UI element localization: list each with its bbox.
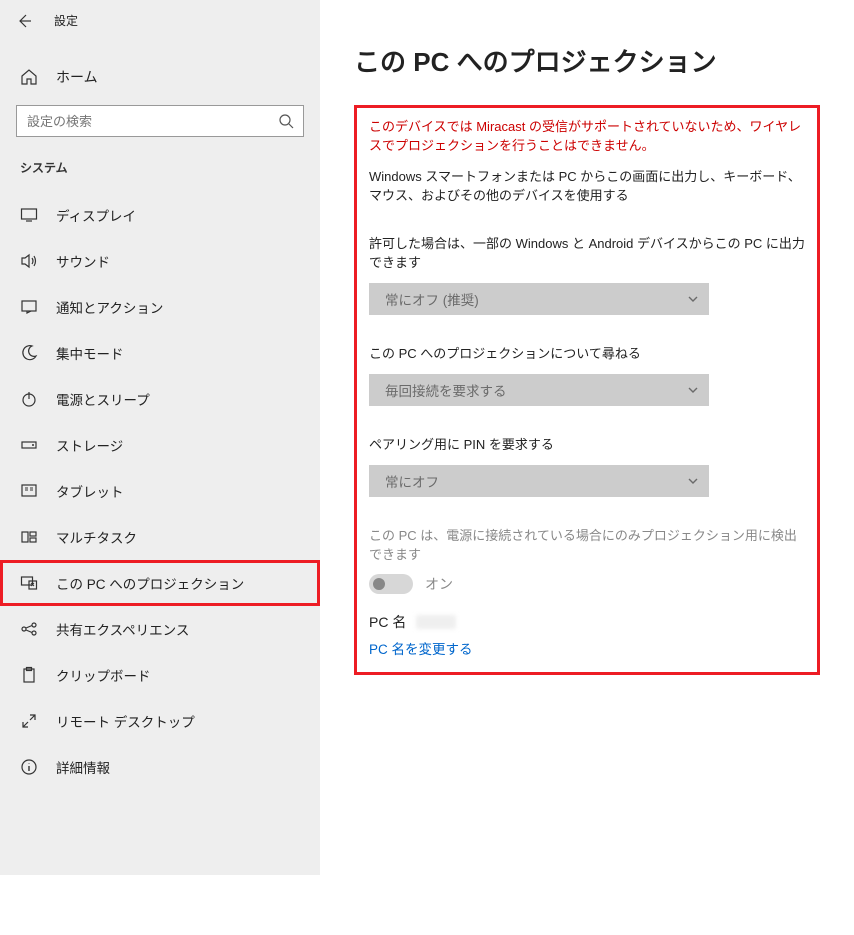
dropdown-value: 常にオフ (推奨) — [385, 289, 479, 309]
settings-title: 設定 — [54, 12, 78, 29]
dropdown-value: 毎回接続を要求する — [385, 380, 507, 400]
pin-label: ペアリング用に PIN を要求する — [369, 436, 805, 455]
nav-item-storage[interactable]: ストレージ — [0, 422, 320, 468]
nav-item-notifications[interactable]: 通知とアクション — [0, 284, 320, 330]
toggle-knob — [373, 578, 385, 590]
home-label: ホーム — [56, 67, 98, 87]
nav-label: タブレット — [56, 481, 124, 501]
search-icon — [278, 113, 294, 129]
shared-icon — [20, 620, 38, 638]
chevron-down-icon — [687, 293, 699, 305]
nav-label: 集中モード — [56, 343, 124, 363]
tablet-icon — [20, 482, 38, 500]
rename-pc-link[interactable]: PC 名を変更する — [369, 638, 805, 658]
info-icon — [20, 758, 38, 776]
chevron-down-icon — [687, 475, 699, 487]
chevron-down-icon — [687, 384, 699, 396]
notification-icon — [20, 298, 38, 316]
pc-name-row: PC 名 — [369, 612, 805, 632]
nav-item-multitask[interactable]: マルチタスク — [0, 514, 320, 560]
ask-projection-dropdown[interactable]: 毎回接続を要求する — [369, 374, 709, 406]
nav-label: ストレージ — [56, 435, 123, 455]
projection-permission-label: 許可した場合は、一部の Windows と Android デバイスからこの P… — [369, 235, 805, 273]
nav-label: 電源とスリープ — [56, 389, 150, 409]
dropdown-value: 常にオフ — [385, 471, 439, 491]
nav-label: ディスプレイ — [56, 205, 136, 225]
nav-item-about[interactable]: 詳細情報 — [0, 744, 320, 790]
nav-item-display[interactable]: ディスプレイ — [0, 192, 320, 238]
clipboard-icon — [20, 666, 38, 684]
power-detect-caption: この PC は、電源に接続されている場合にのみプロジェクション用に検出できます — [369, 527, 805, 565]
nav-label: 通知とアクション — [56, 297, 163, 317]
nav-item-shared[interactable]: 共有エクスペリエンス — [0, 606, 320, 652]
nav-item-clipboard[interactable]: クリップボード — [0, 652, 320, 698]
nav-label: クリップボード — [56, 665, 151, 685]
sidebar: 設定 ホーム システム ディスプレイ サウンド 通知とアクション 集中モード — [0, 0, 320, 875]
ask-projection-label: この PC へのプロジェクションについて尋ねる — [369, 345, 805, 364]
nav-label: リモート デスクトップ — [56, 711, 195, 731]
content-panel: この PC へのプロジェクション このデバイスでは Miracast の受信がサ… — [320, 0, 854, 935]
nav-items: ディスプレイ サウンド 通知とアクション 集中モード 電源とスリープ ストレージ… — [0, 192, 320, 790]
group-label: システム — [0, 137, 320, 192]
sidebar-header: 設定 — [0, 0, 320, 37]
nav-item-tablet[interactable]: タブレット — [0, 468, 320, 514]
miracast-warning: このデバイスでは Miracast の受信がサポートされていないため、ワイヤレス… — [369, 118, 805, 156]
projection-permission-dropdown[interactable]: 常にオフ (推奨) — [369, 283, 709, 315]
nav-item-sound[interactable]: サウンド — [0, 238, 320, 284]
nav-label: 詳細情報 — [56, 757, 110, 777]
multitask-icon — [20, 528, 38, 546]
page-description: Windows スマートフォンまたは PC からこの画面に出力し、キーボード、マ… — [369, 168, 805, 206]
focus-icon — [20, 344, 38, 362]
power-icon — [20, 390, 38, 408]
nav-label: この PC へのプロジェクション — [56, 573, 244, 593]
pc-name-value-blurred — [416, 615, 456, 629]
back-icon[interactable] — [16, 13, 32, 29]
sound-icon — [20, 252, 38, 270]
display-icon — [20, 206, 38, 224]
pc-name-label: PC 名 — [369, 612, 406, 632]
search-input[interactable] — [16, 105, 304, 137]
nav-label: マルチタスク — [56, 527, 137, 547]
search-box — [16, 105, 304, 137]
remote-icon — [20, 712, 38, 730]
content-highlight-box: このデバイスでは Miracast の受信がサポートされていないため、ワイヤレス… — [354, 105, 820, 675]
home-icon — [20, 68, 38, 86]
nav-item-remote-desktop[interactable]: リモート デスクトップ — [0, 698, 320, 744]
nav-label: 共有エクスペリエンス — [56, 619, 189, 639]
nav-label: サウンド — [56, 251, 110, 271]
power-detect-toggle[interactable] — [369, 574, 413, 594]
storage-icon — [20, 436, 38, 454]
nav-item-focus[interactable]: 集中モード — [0, 330, 320, 376]
projection-icon — [20, 574, 38, 592]
power-detect-toggle-row: オン — [369, 574, 805, 594]
page-title: この PC へのプロジェクション — [354, 42, 820, 79]
pin-dropdown[interactable]: 常にオフ — [369, 465, 709, 497]
nav-item-power[interactable]: 電源とスリープ — [0, 376, 320, 422]
toggle-state-label: オン — [425, 574, 453, 594]
home-button[interactable]: ホーム — [0, 55, 320, 97]
nav-item-projection[interactable]: この PC へのプロジェクション — [0, 560, 320, 606]
